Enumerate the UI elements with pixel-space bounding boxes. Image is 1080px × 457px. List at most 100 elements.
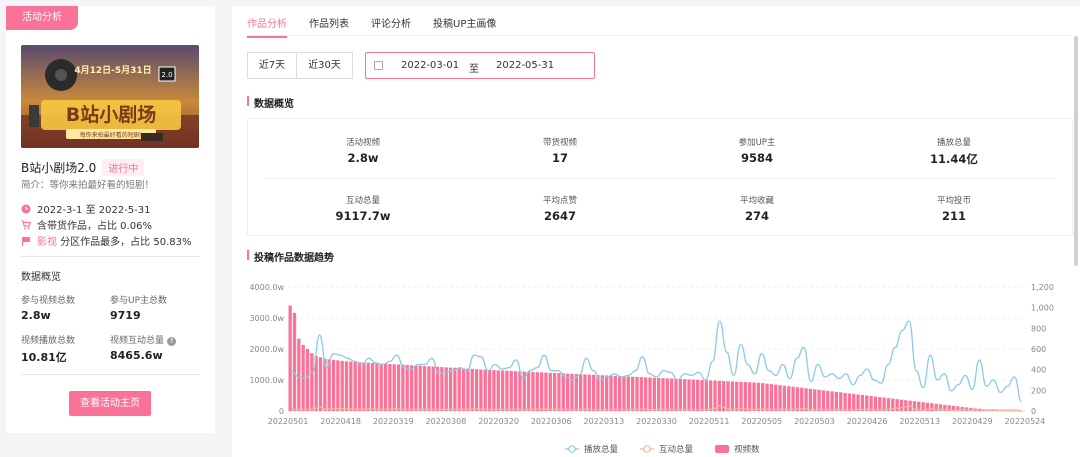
bar-video-count [591,374,596,411]
bar-video-count [479,369,483,411]
legend-label: 播放总量 [584,444,619,455]
ov-value-interaction: 9117.7w [335,209,391,223]
bar-video-count [713,380,717,411]
bar-video-count [405,365,409,411]
ov-value-goods: 17 [551,151,568,165]
stat-value-up-count: 9719 [110,309,141,322]
bar-video-count [756,382,761,411]
range-7days-button[interactable]: 近7天 [247,52,297,79]
ov-value-avg-fav: 274 [744,209,769,223]
bar-video-count [631,376,635,411]
bar-video-count [531,371,535,411]
bar-video-count [509,370,513,411]
banner-title-text: B站小剧场 [66,103,156,126]
status-badge: 进行中 [102,159,145,176]
help-icon[interactable]: ? [167,337,177,346]
bar-video-count [544,372,548,411]
x-tick-label: 20220511 [689,417,730,426]
bar-video-count [826,390,830,411]
bar-video-count [869,396,873,411]
bar-video-count [743,382,748,411]
overview-divider [264,178,1056,179]
bar-video-count [622,376,626,411]
bar-video-count [834,391,839,411]
view-activity-home-button[interactable]: 查看活动主页 [69,391,151,416]
bar-video-count [852,393,856,411]
bar-video-count [813,389,817,411]
y-right-tick-label: 200 [1031,386,1046,395]
bar-video-count [782,385,787,411]
analysis-panel: 作品分析 作品列表 评论分析 投稿UP主画像 近7天 近30天 2022-03-… [232,6,1080,457]
ov-label-interaction: 互动总量 [345,196,380,206]
x-tick-label: 20220501 [268,417,309,426]
bar-video-count [648,377,652,411]
bar-video-count [800,387,804,411]
y-right-tick-label: 0 [1031,407,1036,416]
bar-video-count [847,393,852,411]
x-tick-label: 20220418 [320,417,361,426]
bar-video-count [739,381,743,411]
bar-video-count [375,363,379,411]
bar-video-count [422,366,427,411]
bar-video-count [552,372,557,411]
scrollbar[interactable] [1074,36,1078,266]
bar-video-count [548,372,552,411]
x-tick-label: 20220429 [952,417,993,426]
clock-icon [21,204,31,213]
bar-video-count [349,361,353,411]
ov-label-plays: 播放总量 [936,138,971,148]
bar-video-count [769,384,774,411]
zone-highlight: 影视 [37,237,57,248]
bar-video-count [778,385,782,411]
bar-video-count [388,363,392,411]
date-range-picker[interactable]: 2022-03-01 至 2022-05-31 [365,52,595,79]
bar-video-count [457,368,461,411]
bar-video-count [691,379,695,411]
y-right-tick-label: 600 [1031,345,1046,354]
banner-date-text: 4月12日-5月31日 [74,65,151,76]
x-tick-label: 20220306 [531,417,572,426]
bar-video-count [726,381,730,411]
date-start[interactable]: 2022-03-01 [401,60,459,71]
bar-video-count [448,367,453,411]
bar-video-count [518,371,522,411]
trend-title: 投稿作品数据趋势 [247,249,334,264]
cart-icon [21,219,31,229]
bar-video-count [787,386,791,411]
bar-video-count [670,378,674,411]
bar-video-count [774,384,778,411]
range-30days-button[interactable]: 近30天 [296,52,353,79]
flag-icon [22,236,30,246]
bar-video-count [878,397,882,411]
bar-video-count [752,382,756,411]
bar-video-count [674,378,678,411]
bar-video-count [748,382,752,411]
banner-version-text: 2.0 [161,71,172,79]
x-tick-label: 20220505 [741,417,782,426]
bar-video-count [353,361,357,411]
bar-video-count [310,353,314,411]
x-tick-label: 20220313 [583,417,624,426]
activity-date-row: 2022-3-1 至 2022-5-31 [21,201,151,216]
bar-video-count [613,375,617,411]
bar-video-count [1021,410,1025,412]
y-right-tick-label: 1,000 [1031,304,1054,313]
bar-video-count [557,373,561,411]
bar-video-count [370,362,375,411]
bar-video-count [678,378,682,411]
bar-video-count [362,362,366,411]
bar-video-count [297,338,301,411]
ov-label-avg-coin: 平均投币 [936,196,971,206]
bar-video-count [830,391,834,411]
calendar-icon [374,61,383,70]
bar-video-count [535,372,539,411]
date-end[interactable]: 2022-05-31 [496,60,554,71]
bar-video-count [821,390,826,411]
bar-video-count [444,367,448,411]
bar-video-count [704,380,709,411]
activity-title: B站小剧场2.0 [21,161,97,175]
bar-video-count [492,370,496,411]
bar-video-count [318,357,323,411]
bar-video-count [474,369,479,411]
bar-video-count [652,377,656,411]
